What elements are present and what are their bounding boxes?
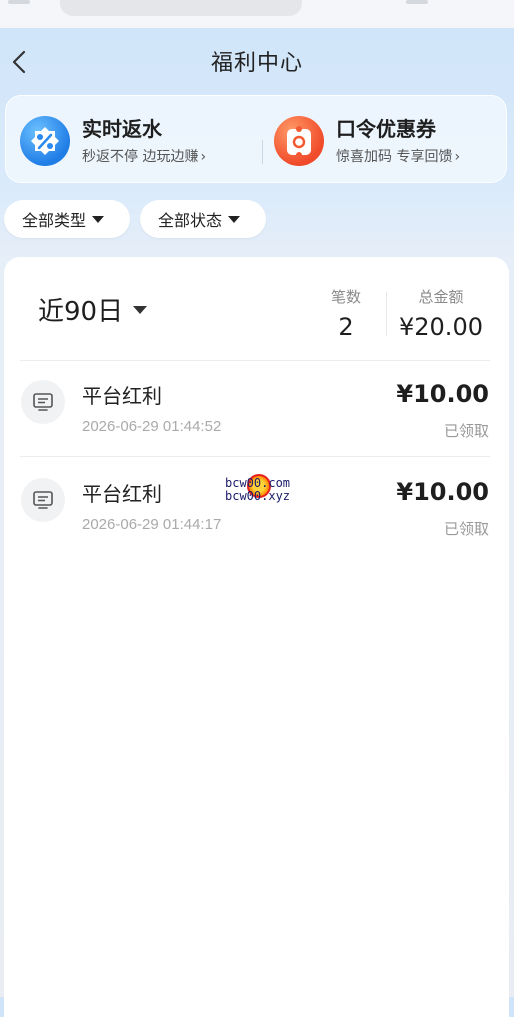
promo-divider [262,140,263,164]
list-divider [20,360,490,361]
records-panel: 近90日 笔数 2 总金额 ¥20.00 平台红利 2026-06-29 01:… [4,257,509,1017]
period-selector[interactable]: 近90日 [38,291,148,328]
monitor-icon [21,380,65,424]
count-value: 2 [338,313,354,341]
page-header: 福利中心 [0,28,514,94]
record-time: 2026-06-29 01:44:17 [82,516,222,533]
monitor-icon [21,478,65,522]
type-filter-label: 全部类型 [22,211,87,230]
record-time: 2026-06-29 01:44:52 [82,418,222,435]
promo-coupon-code[interactable]: 口令优惠券 惊喜加码 专享回馈 › [272,96,512,184]
promo-title: 实时返水 [82,117,162,141]
total-label: 总金额 [418,288,464,306]
coupon-icon [274,116,324,166]
record-status: 已领取 [443,422,489,440]
status-filter-label: 全部状态 [158,211,223,230]
top-pill [60,0,302,16]
status-indicator-right [406,0,428,4]
watermark: bcw00.com bcw00.xyz [225,474,305,506]
stat-divider [386,292,387,336]
count-stat: 笔数 2 [319,286,373,341]
status-indicator-left [8,0,30,4]
promo-card: 实时返水 秒返不停 边玩边赚 › 口令优惠券 惊喜加码 专享回馈 › [5,95,507,183]
record-title: 平台红利 [82,482,162,506]
record-amount: ¥10.00 [396,478,489,506]
record-amount: ¥10.00 [396,380,489,408]
promo-subtitle: 惊喜加码 专享回馈 › [336,146,460,166]
count-label: 笔数 [330,288,361,306]
promo-subtitle-text: 惊喜加码 专享回馈 [336,149,453,165]
caret-down-icon [92,215,105,223]
period-label: 近90日 [38,297,124,327]
watermark-line-1: bcw00.com [225,476,291,490]
type-filter-dropdown[interactable]: 全部类型 [4,200,130,238]
promo-subtitle: 秒返不停 边玩边赚 › [82,146,206,166]
promo-realtime-rebate[interactable]: 实时返水 秒返不停 边玩边赚 › [18,96,258,184]
record-status: 已领取 [443,520,489,538]
caret-down-icon [228,215,241,223]
percent-badge-icon [20,116,70,166]
caret-down-icon [133,305,148,314]
page-title: 福利中心 [210,51,303,76]
promo-subtitle-text: 秒返不停 边玩边赚 [82,149,199,165]
status-filter-dropdown[interactable]: 全部状态 [140,200,266,238]
list-divider [20,456,490,457]
chevron-right-icon: › [200,149,207,165]
total-value: ¥20.00 [399,313,483,341]
record-title: 平台红利 [82,384,162,408]
record-row[interactable]: 平台红利 2026-06-29 01:44:52 ¥10.00 已领取 [4,362,509,458]
chevron-right-icon: › [454,149,461,165]
total-stat: 总金额 ¥20.00 [397,286,485,341]
watermark-line-2: bcw00.xyz [225,489,291,503]
top-status-strip [0,0,514,28]
promo-title: 口令优惠券 [336,117,436,141]
